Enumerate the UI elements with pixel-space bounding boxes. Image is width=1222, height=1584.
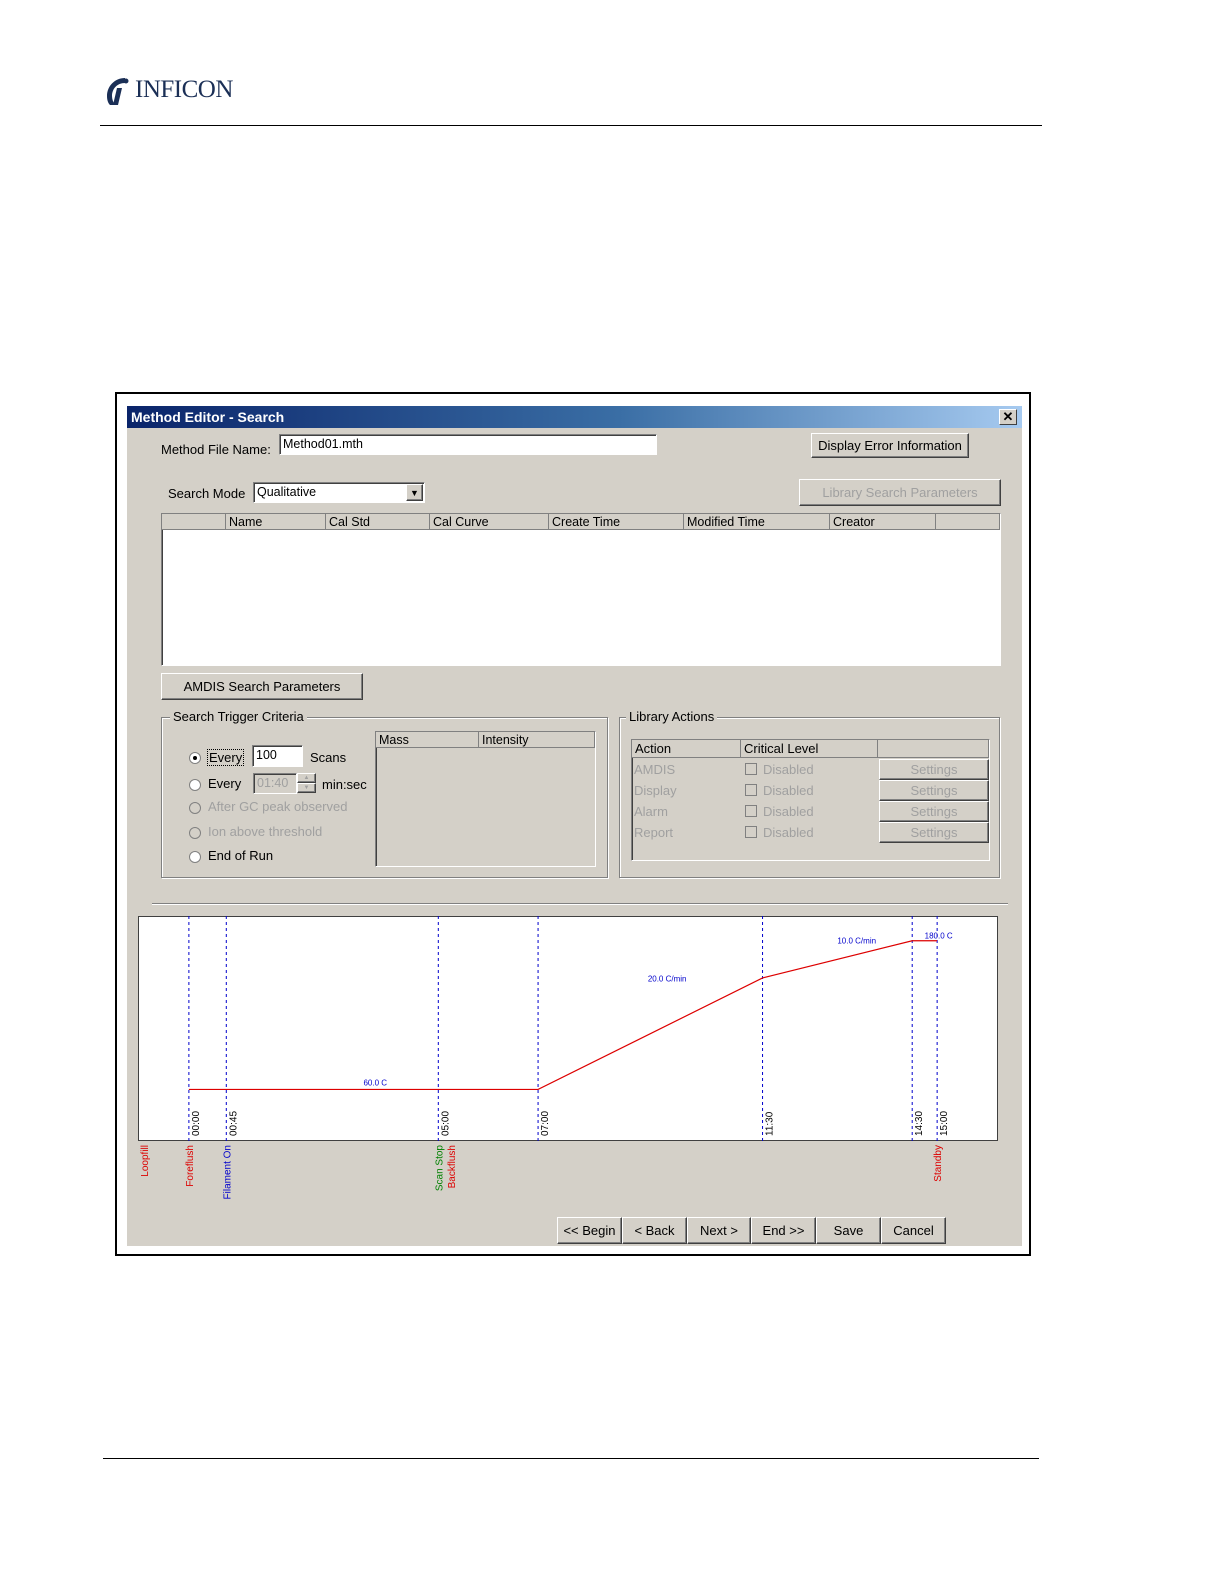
search-mode-value: Qualitative	[257, 485, 317, 499]
search-trigger-group: Search Trigger Criteria Every 100 Scans …	[161, 709, 608, 878]
next-button[interactable]: Next >	[687, 1217, 751, 1244]
time-marker-label: 05:00	[440, 1111, 451, 1136]
amdis-settings-button[interactable]: Settings	[879, 759, 989, 780]
event-label: Scan Stop	[434, 1145, 445, 1192]
time-marker-label: 07:00	[540, 1111, 551, 1136]
cancel-button[interactable]: Cancel	[881, 1217, 946, 1244]
action-report: Report	[634, 825, 674, 840]
chevron-down-icon[interactable]: ▼	[406, 484, 423, 501]
method-table[interactable]: Name Cal Std Cal Curve Create Time Modif…	[161, 513, 1001, 666]
rate-annotation: 20.0 C/min	[648, 975, 687, 984]
report-checkbox[interactable]	[745, 826, 757, 838]
rate-annotation: 10.0 C/min	[837, 936, 876, 945]
library-actions-table[interactable]: Action Critical Level AMDIS Disabled Set…	[631, 739, 990, 861]
display-checkbox[interactable]	[745, 784, 757, 796]
alarm-settings-button[interactable]: Settings	[879, 801, 989, 822]
header-rule	[100, 125, 1042, 126]
time-marker-label: 14:30	[914, 1111, 925, 1136]
table-header-cal-curve[interactable]: Cal Curve	[430, 514, 549, 530]
settings-column-header	[878, 740, 989, 758]
action-amdis: AMDIS	[634, 762, 676, 777]
rate-annotation: 180.0 C	[925, 931, 953, 940]
amdis-checkbox[interactable]	[745, 763, 757, 775]
time-marker-label: 00:00	[191, 1111, 202, 1136]
table-header-creator[interactable]: Creator	[830, 514, 936, 530]
amdis-level: Disabled	[763, 762, 814, 777]
end-of-run-radio[interactable]	[189, 851, 201, 863]
temperature-curve	[188, 940, 938, 1091]
event-label: Backflush	[447, 1145, 458, 1188]
every-scans-input[interactable]: 100	[252, 745, 303, 767]
action-alarm: Alarm	[634, 804, 668, 819]
rate-annotation: 60.0 C	[363, 1079, 387, 1088]
search-trigger-title: Search Trigger Criteria	[170, 709, 307, 724]
library-actions-title: Library Actions	[626, 709, 718, 724]
time-marker-label: 11:30	[765, 1111, 776, 1136]
every-scans-radio[interactable]	[189, 752, 201, 764]
amdis-search-parameters-button[interactable]: AMDIS Search Parameters	[161, 673, 363, 700]
ion-above-threshold-label: Ion above threshold	[208, 824, 323, 839]
time-unit-label: min:sec	[322, 777, 367, 792]
every-time-input[interactable]: 01:40	[253, 773, 297, 794]
library-search-parameters-button[interactable]: Library Search Parameters	[799, 479, 1001, 506]
table-header-modified-time[interactable]: Modified Time	[684, 514, 830, 530]
event-label: Loopfill	[140, 1145, 151, 1177]
event-label: Filament On	[222, 1145, 233, 1199]
critical-level-column-header: Critical Level	[741, 740, 878, 758]
inficon-logo-icon	[107, 78, 129, 105]
every-scans-label: Every	[207, 749, 245, 766]
mass-column-header[interactable]: Mass	[376, 732, 479, 748]
window-title: Method Editor - Search	[131, 409, 285, 425]
table-header-create-time[interactable]: Create Time	[549, 514, 684, 530]
action-display: Display	[634, 783, 677, 798]
search-mode-label: Search Mode	[168, 486, 246, 501]
search-mode-select[interactable]: Qualitative ▼	[253, 482, 425, 503]
action-column-header: Action	[632, 740, 741, 758]
report-level: Disabled	[763, 825, 814, 840]
intensity-column-header[interactable]: Intensity	[479, 732, 595, 748]
begin-button[interactable]: << Begin	[557, 1217, 622, 1244]
event-label: Standby	[933, 1145, 944, 1182]
table-header-blank	[162, 514, 226, 530]
separator	[152, 903, 1008, 904]
footer-rule	[103, 1458, 1039, 1459]
display-error-button[interactable]: Display Error Information	[811, 433, 969, 458]
after-gc-peak-radio[interactable]	[189, 802, 201, 814]
time-marker-label: 00:45	[228, 1111, 239, 1136]
table-header-name[interactable]: Name	[226, 514, 326, 530]
save-button[interactable]: Save	[816, 1217, 881, 1244]
time-marker-label: 15:00	[939, 1111, 950, 1136]
alarm-checkbox[interactable]	[745, 805, 757, 817]
spin-up-icon[interactable]: ▲	[297, 773, 316, 783]
end-button[interactable]: End >>	[751, 1217, 816, 1244]
spin-down-icon[interactable]: ▼	[297, 783, 316, 793]
brand-name: INFICON	[135, 76, 233, 103]
method-file-input[interactable]: Method01.mth	[279, 434, 657, 455]
alarm-level: Disabled	[763, 804, 814, 819]
event-label: Foreflush	[185, 1145, 196, 1187]
ion-above-threshold-radio[interactable]	[189, 827, 201, 839]
scans-unit-label: Scans	[310, 750, 347, 765]
title-bar[interactable]: Method Editor - Search ✕	[127, 406, 1022, 428]
method-editor-window: Method Editor - Search ✕ Method File Nam…	[127, 406, 1022, 1246]
chart-overlay: 00:00 00:45 05:00 07:00 11:30 14:30 15:00 60.0 …	[140, 916, 953, 1199]
library-actions-group: Library Actions Action Critical Level AM…	[619, 709, 1000, 878]
after-gc-peak-label: After GC peak observed	[208, 799, 348, 814]
back-button[interactable]: < Back	[622, 1217, 687, 1244]
mass-intensity-table[interactable]: Mass Intensity	[375, 731, 596, 867]
every-time-label: Every	[208, 776, 242, 791]
method-file-label: Method File Name:	[161, 442, 271, 457]
display-level: Disabled	[763, 783, 814, 798]
display-settings-button[interactable]: Settings	[879, 780, 989, 801]
table-header-cal-std[interactable]: Cal Std	[326, 514, 430, 530]
inficon-logo: INFICON	[103, 74, 253, 108]
close-icon: ✕	[1002, 409, 1014, 424]
close-button[interactable]: ✕	[999, 409, 1017, 425]
every-time-radio[interactable]	[189, 779, 201, 791]
report-settings-button[interactable]: Settings	[879, 822, 989, 843]
end-of-run-label: End of Run	[208, 848, 274, 863]
table-header-extra	[936, 514, 1000, 530]
